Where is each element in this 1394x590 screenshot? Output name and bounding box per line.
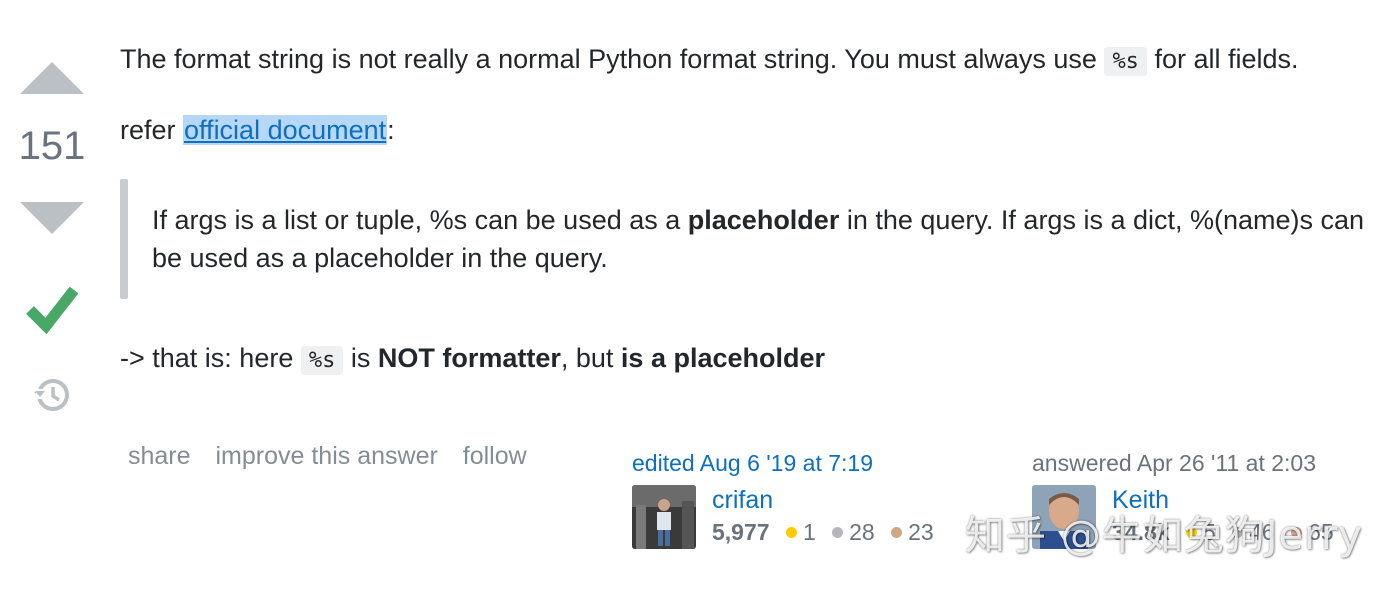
arrow-up-icon[interactable] [20, 62, 84, 94]
text: -> that is: here [120, 343, 301, 373]
inline-code: %s [300, 346, 344, 375]
answer-body: The format string is not really a normal… [120, 40, 1370, 380]
vote-count: 151 [18, 124, 86, 168]
reputation: 5,977 [712, 519, 770, 545]
text: : [387, 115, 395, 145]
text: If args is a list or tuple, %s can be us… [152, 205, 688, 235]
arrow-down-icon[interactable] [20, 202, 84, 234]
gold-badge-icon [785, 527, 797, 539]
blockquote-bar [120, 179, 128, 299]
quote-text: If args is a list or tuple, %s can be us… [152, 201, 1370, 277]
history-icon[interactable] [32, 374, 72, 414]
bold-text: placeholder [687, 205, 840, 235]
avatar[interactable] [632, 485, 696, 549]
silver-badge-icon [832, 527, 844, 539]
text: is [343, 343, 378, 373]
edited-timestamp[interactable]: edited Aug 6 '19 at 7:19 [632, 450, 944, 477]
user-stats: 5,977 1 28 23 [712, 519, 944, 546]
text: , but [560, 343, 621, 373]
follow-link[interactable]: follow [463, 442, 527, 470]
bold-text: NOT formatter [377, 343, 561, 373]
paragraph-2: refer official document: [120, 111, 1370, 149]
silver-badge-count: 28 [849, 519, 875, 545]
share-link[interactable]: share [128, 442, 191, 470]
bold-text: is a placeholder [620, 343, 826, 373]
blockquote: If args is a list or tuple, %s can be us… [120, 179, 1370, 299]
official-document-link[interactable]: official document [183, 115, 388, 145]
text: The format string is not really a normal… [120, 44, 1105, 74]
watermark: 知乎 @牛如兔狗Jerry [965, 513, 1363, 559]
improve-answer-link[interactable]: improve this answer [216, 442, 438, 470]
inline-code: %s [1104, 47, 1147, 76]
bronze-badge-count: 23 [908, 519, 934, 545]
user-name[interactable]: crifan [712, 485, 944, 515]
answered-timestamp[interactable]: answered Apr 26 '11 at 2:03 [1032, 450, 1344, 477]
bronze-badge-icon [891, 527, 903, 539]
paragraph-3: -> that is: here %s is NOT formatter, bu… [120, 339, 1370, 380]
paragraph-1: The format string is not really a normal… [120, 40, 1370, 81]
editor-signature: edited Aug 6 '19 at 7:19 crifan 5,977 1 … [632, 450, 944, 549]
post-menu: share improve this answer follow [128, 442, 545, 471]
text: for all fields. [1146, 44, 1299, 74]
checkmark-icon [26, 286, 78, 335]
text: refer [120, 115, 184, 145]
gold-badge-count: 1 [802, 519, 816, 545]
